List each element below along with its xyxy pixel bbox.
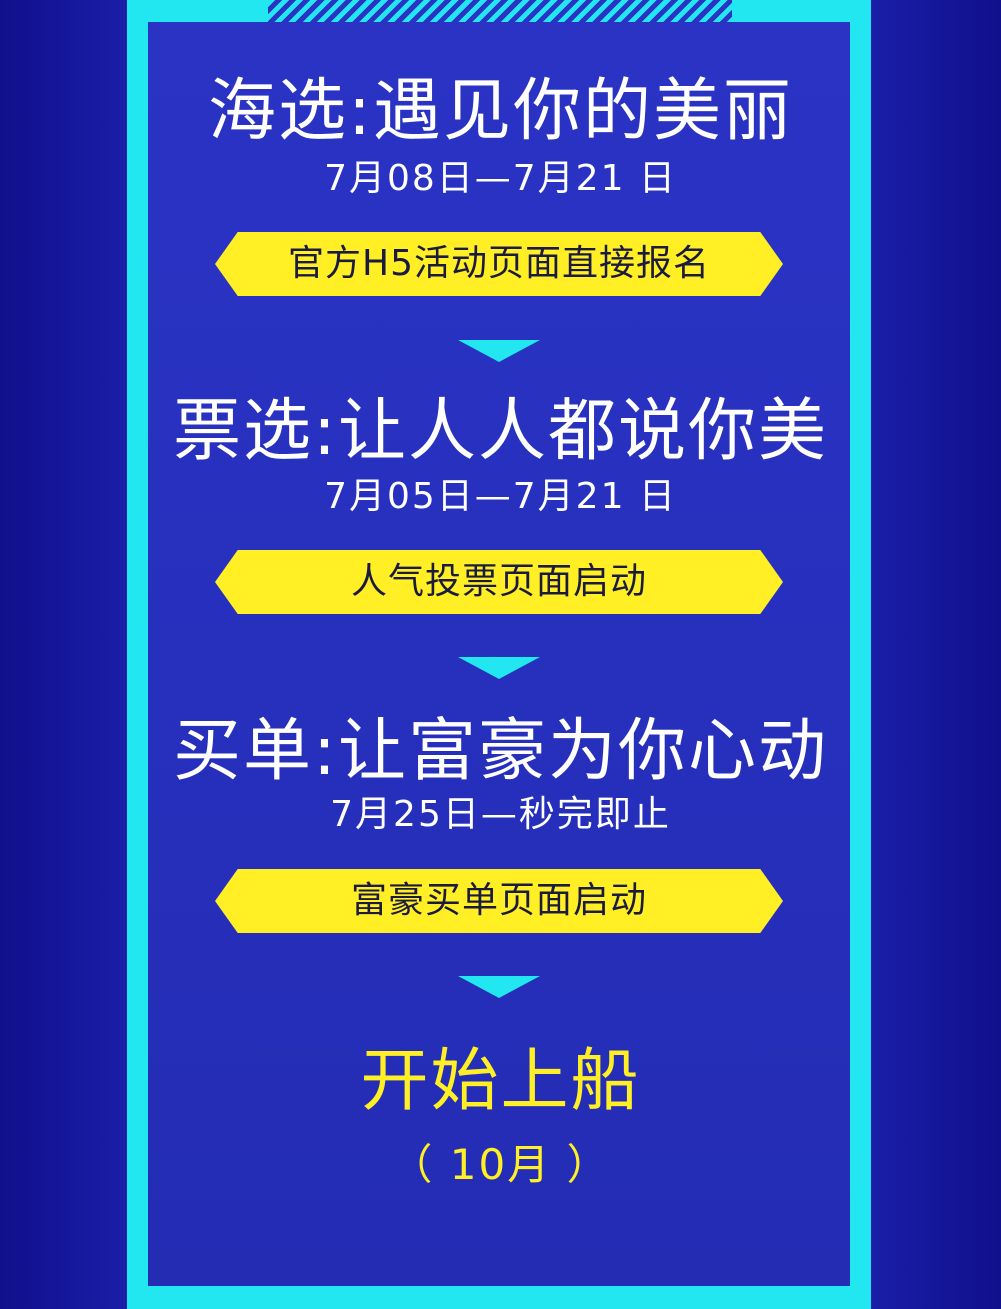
stage-2-dates: 7月05日—7月21 日: [324, 476, 677, 517]
stage-2-tag: 人气投票页面启动: [215, 550, 783, 614]
stage-1-title: 海选:遇见你的美丽: [208, 72, 793, 151]
stage-3-dates: 7月25日—秒完即止: [330, 794, 671, 835]
stage-2-title: 票选:让人人都说你美: [173, 392, 828, 471]
stage-1-dates: 7月08日—7月21 日: [324, 158, 677, 199]
stage-3-tag: 富豪买单页面启动: [215, 869, 783, 933]
final-title: 开始上船: [360, 1042, 641, 1121]
final-subtitle: （ 10月 ）: [390, 1140, 611, 1189]
top-hatch-decoration: [268, 0, 732, 22]
stage-1-tag: 官方H5活动页面直接报名: [215, 232, 783, 296]
chevron-down-icon: [458, 976, 540, 998]
chevron-down-icon: [458, 657, 540, 679]
stage-3-title: 买单:让富豪为你心动: [173, 712, 828, 791]
chevron-down-icon: [458, 340, 540, 362]
